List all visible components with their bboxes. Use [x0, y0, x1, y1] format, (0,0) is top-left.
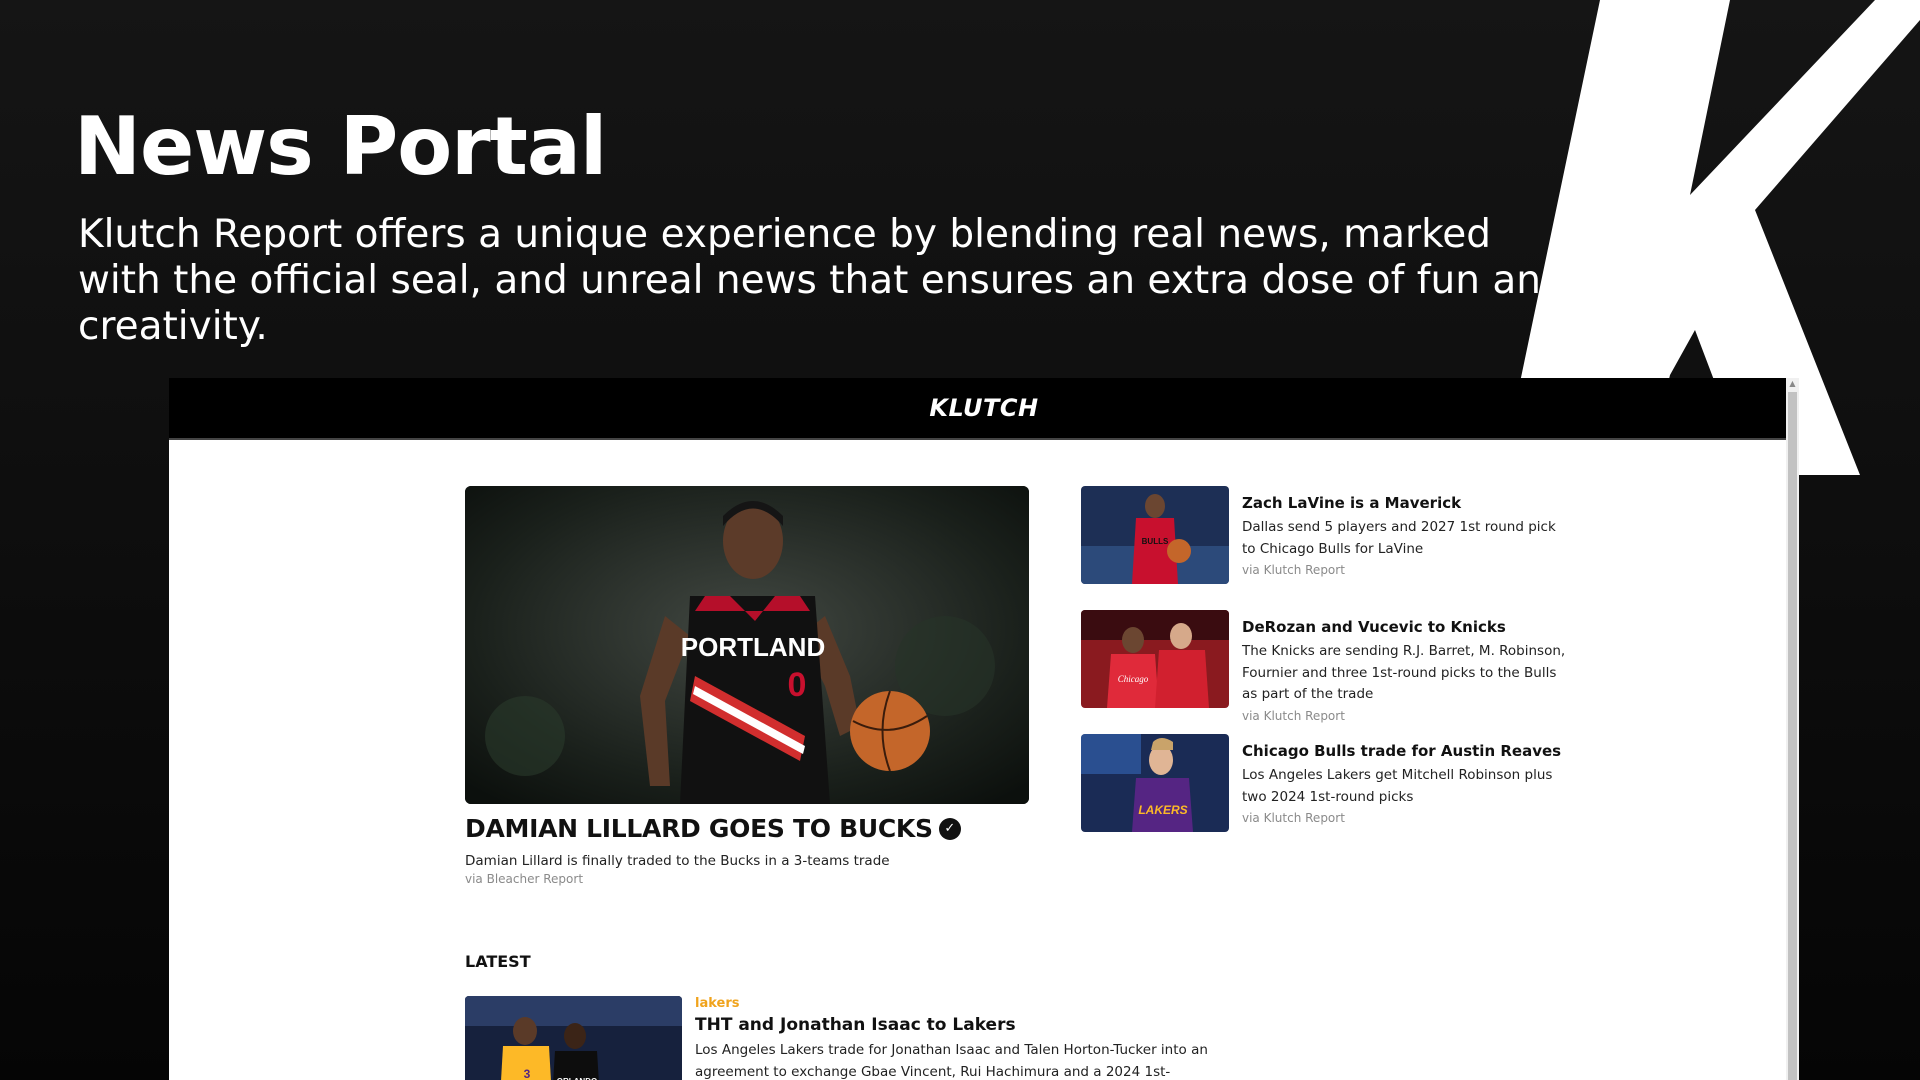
jersey-text: LAKERS — [1138, 803, 1187, 817]
page-scrollbar[interactable]: ▲ — [1786, 378, 1799, 1080]
side-story-description: Los Angeles Lakers get Mitchell Robinson… — [1242, 767, 1553, 805]
side-story-source: via Klutch Report — [1242, 811, 1345, 825]
verified-check-icon: ✓ — [938, 817, 961, 840]
site-header: KLUTCH — [169, 378, 1799, 440]
side-story-image[interactable]: BULLS — [1081, 486, 1229, 584]
latest-story-card[interactable]: 3 ORLANDO lakers THT and Jonathan Isaac … — [465, 996, 1225, 1080]
side-story-description: The Knicks are sending R.J. Barret, M. R… — [1242, 643, 1566, 702]
side-story-card[interactable]: Chicago DeRozan and Vucevic to Knicks Th… — [1081, 610, 1601, 723]
main-story-source: via Bleacher Report — [465, 872, 584, 886]
main-story-description: Damian Lillard is finally traded to the … — [465, 853, 890, 869]
site-logo[interactable]: KLUTCH — [929, 394, 1038, 422]
side-story-source: via Klutch Report — [1242, 708, 1345, 723]
latest-story-category[interactable]: lakers — [695, 996, 1215, 1011]
side-story-image[interactable]: Chicago — [1081, 610, 1229, 708]
side-story-title[interactable]: Zach LaVine is a Maverick — [1242, 494, 1572, 512]
side-story-title[interactable]: Chicago Bulls trade for Austin Reaves — [1242, 742, 1572, 760]
main-story-title[interactable]: DAMIAN LILLARD GOES TO BUCKS ✓ — [465, 814, 1029, 843]
jersey-text: BULLS — [1142, 537, 1169, 546]
jersey-text: PORTLAND — [681, 632, 825, 662]
latest-story-description: Los Angeles Lakers trade for Jonathan Is… — [695, 1042, 1208, 1080]
hero-title: News Portal — [74, 100, 607, 193]
scroll-thumb[interactable] — [1788, 392, 1797, 1080]
main-story-card[interactable]: PORTLAND 0 DAMIAN LILLARD GOES TO BUCKS … — [465, 486, 1029, 886]
main-story-image[interactable]: PORTLAND 0 — [465, 486, 1029, 804]
jersey-text: Chicago — [1118, 674, 1149, 684]
side-story-card[interactable]: BULLS Zach LaVine is a Maverick Dallas s… — [1081, 486, 1601, 584]
browser-window: KLUTCH ▲ PORTLAND 0 DAMIAN LILLARD GOES … — [169, 378, 1799, 1080]
hero-description: Klutch Report offers a unique experience… — [78, 212, 1566, 349]
side-story-title[interactable]: DeRozan and Vucevic to Knicks — [1242, 618, 1572, 636]
latest-story-image[interactable]: 3 ORLANDO — [465, 996, 682, 1080]
side-story-card[interactable]: LAKERS Chicago Bulls trade for Austin Re… — [1081, 734, 1601, 832]
latest-story-title[interactable]: THT and Jonathan Isaac to Lakers — [695, 1015, 1215, 1035]
side-story-image[interactable]: LAKERS — [1081, 734, 1229, 832]
side-story-source: via Klutch Report — [1242, 563, 1345, 577]
scroll-up-arrow-icon[interactable]: ▲ — [1788, 378, 1797, 390]
latest-section-heading: LATEST — [465, 952, 531, 971]
lillard-photo: PORTLAND 0 — [465, 486, 1029, 804]
side-story-description: Dallas send 5 players and 2027 1st round… — [1242, 519, 1556, 557]
jersey-number: 0 — [788, 666, 807, 704]
main-story-title-text[interactable]: DAMIAN LILLARD GOES TO BUCKS — [465, 814, 933, 843]
svg-text:3: 3 — [524, 1067, 531, 1080]
